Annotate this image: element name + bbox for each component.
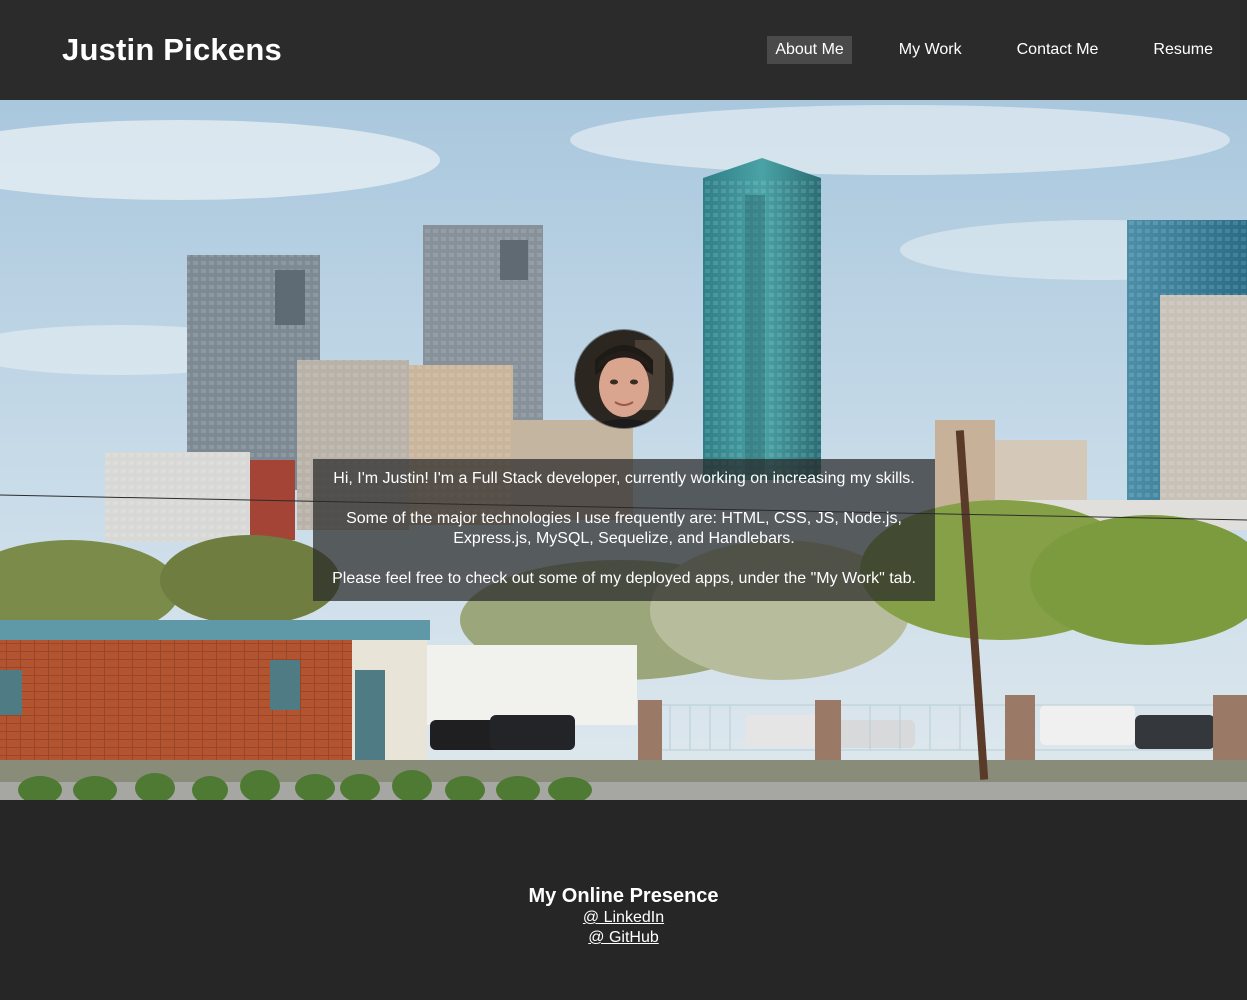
hero-section: Hi, I'm Justin! I'm a Full Stack develop… [0, 100, 1247, 800]
city-skyline-background [0, 100, 1247, 800]
main-nav: About Me My Work Contact Me Resume [728, 36, 1221, 64]
nav-contact-me[interactable]: Contact Me [1009, 36, 1107, 64]
profile-photo [575, 330, 673, 428]
github-link[interactable]: @ GitHub [588, 928, 658, 948]
nav-my-work[interactable]: My Work [891, 36, 970, 64]
site-header: Justin Pickens About Me My Work Contact … [0, 0, 1247, 100]
nav-about-me[interactable]: About Me [767, 36, 852, 64]
site-title[interactable]: Justin Pickens [62, 30, 282, 70]
intro-paragraph-1: Hi, I'm Justin! I'm a Full Stack develop… [333, 470, 915, 487]
intro-paragraph-3: Please feel free to check out some of my… [332, 570, 916, 587]
profile-avatar [575, 330, 673, 428]
intro-box: Hi, I'm Justin! I'm a Full Stack develop… [313, 459, 935, 601]
online-presence-heading: My Online Presence [528, 885, 719, 907]
social-links: @ LinkedIn @ GitHub [0, 908, 1247, 948]
intro-paragraph-2: Some of the major technologies I use fre… [346, 510, 902, 547]
site-footer: My Online Presence @ LinkedIn @ GitHub [0, 800, 1247, 1000]
nav-resume[interactable]: Resume [1145, 36, 1221, 64]
linkedin-link[interactable]: @ LinkedIn [583, 908, 664, 928]
